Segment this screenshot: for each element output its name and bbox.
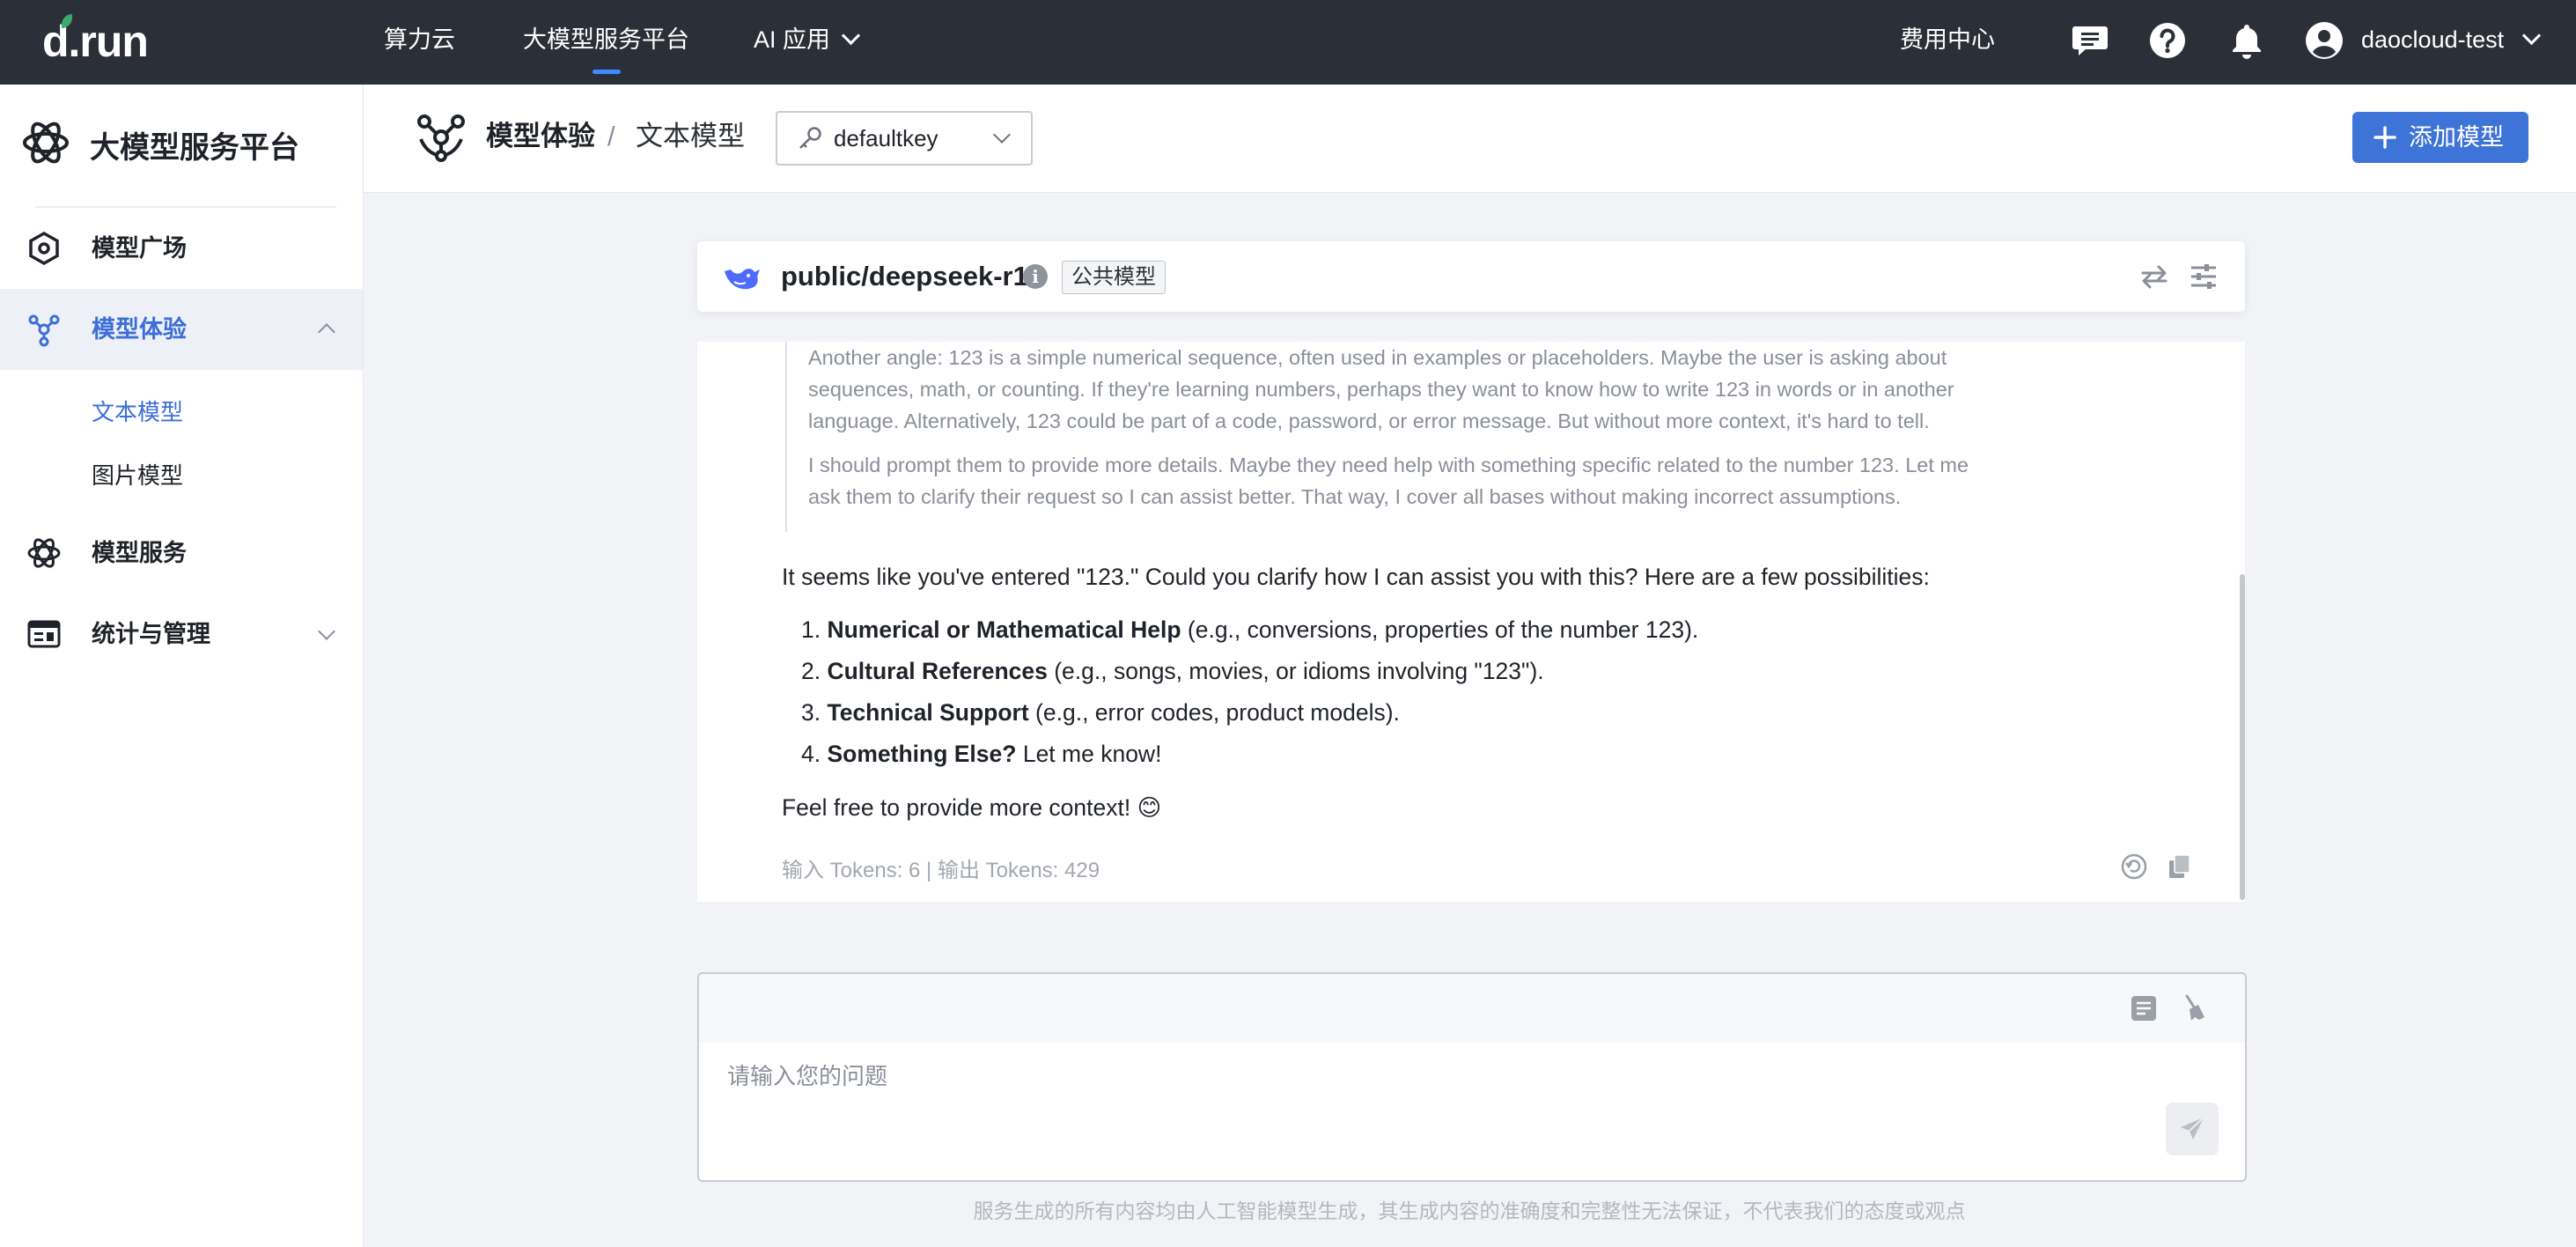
sidebar-subitem-text-model[interactable]: 文本模型 [92, 395, 183, 427]
breadcrumb-current: 文本模型 [636, 121, 745, 151]
chevron-down-icon[interactable] [318, 623, 335, 640]
user-name: daocloud-test [2361, 26, 2505, 53]
thinking-paragraph: Another angle: 123 is a simple numerical… [808, 346, 1954, 432]
thinking-paragraph: I should prompt them to provide more det… [808, 454, 1969, 508]
public-model-tag: 公共模型 [1062, 261, 1166, 294]
send-icon [2181, 1117, 2204, 1140]
topnav-llm-platform[interactable]: 大模型服务平台 [523, 0, 689, 85]
model-name: public/deepseek-r1 [781, 261, 1028, 291]
platform-logo-icon [23, 122, 69, 164]
list-number: 1. [801, 616, 821, 643]
bell-icon[interactable] [2227, 21, 2266, 60]
message-icon[interactable] [2071, 21, 2109, 60]
thinking-block: Another angle: 123 is a simple numerical… [785, 342, 1988, 532]
plus-icon [2374, 126, 2396, 149]
sidebar-item-model-experience[interactable]: 模型体验 [0, 289, 363, 370]
api-key-select[interactable]: defaultkey [776, 111, 1033, 166]
key-icon [799, 127, 821, 149]
list-item-title: Something Else? [827, 741, 1017, 767]
topnav-compute-cloud[interactable]: 算力云 [384, 0, 455, 85]
settings-sliders-icon[interactable] [2189, 262, 2219, 291]
hexagon-icon [29, 231, 59, 266]
chat-scrollbar[interactable] [2240, 574, 2245, 900]
input-toolbar [699, 974, 2245, 1043]
list-number: 4. [801, 741, 821, 767]
sidebar-item-label: 模型广场 [92, 235, 187, 262]
sidebar-item-stats-management[interactable]: 统计与管理 [0, 594, 363, 675]
switch-model-icon[interactable] [2139, 262, 2169, 291]
chat-message-panel: Another angle: 123 is a simple numerical… [697, 342, 2245, 902]
clear-broom-icon[interactable] [2178, 993, 2208, 1023]
top-navbar: d.run 算力云 大模型服务平台 AI 应用 费用中心 daocloud-te… [0, 0, 2576, 85]
add-model-button[interactable]: 添加模型 [2352, 112, 2528, 163]
sidebar-subitem-image-model[interactable]: 图片模型 [92, 458, 183, 491]
disclaimer-text: 服务生成的所有内容均由人工智能模型生成，其生成内容的准确度和完整性无法保证，不代… [973, 1199, 1966, 1222]
list-item-text: (e.g., songs, movies, or idioms involvin… [1047, 658, 1544, 684]
chevron-down-icon [993, 126, 1011, 144]
topnav-ai-apps[interactable]: AI 应用 [754, 0, 861, 85]
sidebar-item-label: 统计与管理 [92, 621, 210, 647]
copy-icon[interactable] [2166, 852, 2194, 881]
list-item-title: Numerical or Mathematical Help [827, 616, 1181, 643]
list-item: 3. Technical Support (e.g., error codes,… [801, 699, 1400, 727]
help-icon[interactable] [2148, 21, 2187, 60]
billing-center-link[interactable]: 费用中心 [1900, 0, 1995, 85]
breadcrumb-separator: / [607, 121, 615, 151]
list-item-text: Let me know! [1016, 741, 1162, 767]
question-input[interactable]: 请输入您的问题 [727, 1059, 887, 1091]
sidebar: 大模型服务平台 模型广场 模型体验 文本模型 图片模型 模型服务 统计与管理 [0, 85, 364, 1247]
list-item: 1. Numerical or Mathematical Help (e.g.,… [801, 616, 1698, 644]
user-menu[interactable]: daocloud-test [2361, 0, 2542, 79]
topnav-ai-apps-label: AI 应用 [754, 26, 831, 53]
model-service-icon [27, 538, 61, 568]
list-item: 4. Something Else? Let me know! [801, 741, 1161, 768]
list-number: 2. [801, 658, 821, 684]
add-model-label: 添加模型 [2409, 124, 2504, 151]
answer-intro: It seems like you've entered "123." Coul… [782, 564, 1930, 590]
list-item: 2. Cultural References (e.g., songs, mov… [801, 658, 1544, 685]
sidebar-item-label: 模型服务 [92, 540, 187, 566]
dashboard-icon [27, 620, 61, 648]
logo[interactable]: d.run [42, 14, 149, 67]
sidebar-item-model-service[interactable]: 模型服务 [0, 513, 363, 594]
info-icon[interactable]: i [1023, 264, 1048, 289]
send-button[interactable] [2166, 1103, 2219, 1155]
list-item-title: Cultural References [827, 658, 1048, 684]
list-item-title: Technical Support [827, 699, 1029, 726]
breadcrumb-parent[interactable]: 模型体验 [486, 85, 595, 188]
regenerate-icon[interactable] [2120, 852, 2148, 881]
chevron-down-icon [2522, 26, 2542, 46]
model-experience-icon [28, 314, 60, 347]
token-usage: 输入 Tokens: 6 | 输出 Tokens: 429 [782, 859, 1100, 882]
list-item-text: (e.g., conversions, properties of the nu… [1181, 616, 1699, 643]
chevron-down-icon [841, 26, 861, 46]
avatar[interactable] [2305, 21, 2344, 60]
answer-closing: Feel free to provide more context! 😊 [782, 794, 1162, 821]
api-key-value: defaultkey [834, 125, 938, 151]
template-icon[interactable] [2129, 993, 2159, 1023]
chat-input-box: 请输入您的问题 [697, 972, 2247, 1182]
model-experience-logo-icon [417, 114, 465, 162]
chevron-up-icon[interactable] [318, 323, 335, 341]
sidebar-item-model-square[interactable]: 模型广场 [0, 208, 363, 289]
deepseek-whale-icon [725, 269, 760, 290]
list-number: 3. [801, 699, 821, 726]
model-card: public/deepseek-r1 i 公共模型 [697, 241, 2245, 312]
logo-text: d.run [42, 17, 149, 66]
sidebar-title: 大模型服务平台 [90, 131, 299, 165]
sidebar-item-label: 模型体验 [92, 316, 187, 343]
list-item-text: (e.g., error codes, product models). [1028, 699, 1400, 726]
